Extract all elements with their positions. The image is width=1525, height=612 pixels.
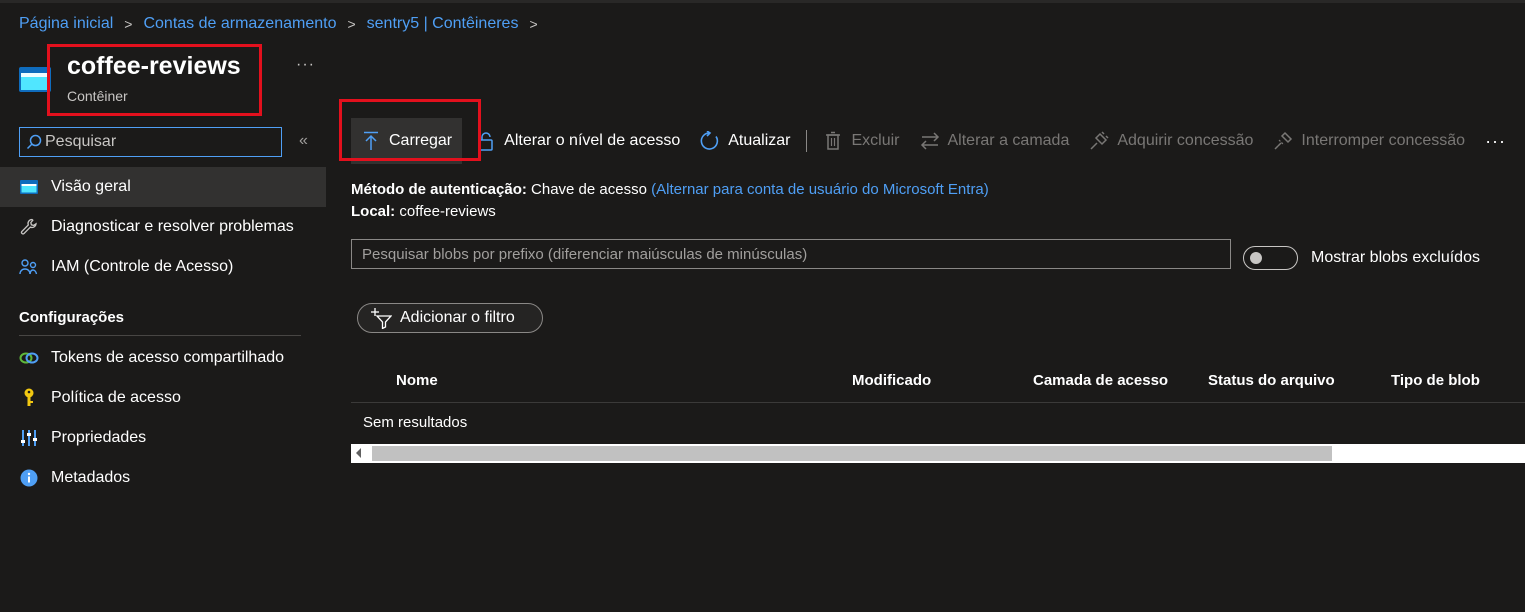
people-icon bbox=[19, 257, 39, 277]
add-filter-label: Adicionar o filtro bbox=[400, 309, 515, 326]
horizontal-scrollbar[interactable] bbox=[351, 444, 1525, 463]
location-label: Local: bbox=[351, 203, 396, 220]
toggle-knob bbox=[1250, 252, 1262, 264]
breadcrumb-separator: > bbox=[347, 16, 356, 32]
sidebar-item-access-policy[interactable]: Política de acesso bbox=[0, 378, 326, 418]
sidebar-item-sas-tokens[interactable]: Tokens de acesso compartilhado bbox=[0, 338, 326, 378]
top-border bbox=[0, 0, 1525, 3]
section-divider bbox=[19, 335, 301, 336]
blob-search-box[interactable] bbox=[351, 239, 1231, 269]
breadcrumb-separator: > bbox=[124, 16, 133, 32]
sidebar-item-label: Diagnosticar e resolver problemas bbox=[51, 218, 294, 235]
highlight-box-upload bbox=[339, 99, 481, 161]
location-line: Local: coffee-reviews bbox=[351, 203, 496, 220]
empty-state-text: Sem resultados bbox=[363, 414, 468, 431]
highlight-box-title bbox=[47, 44, 262, 116]
info-icon bbox=[19, 468, 39, 488]
toolbar-divider bbox=[806, 130, 808, 152]
scroll-left-arrow-icon[interactable] bbox=[356, 448, 361, 458]
breadcrumb-containers[interactable]: sentry5 | Contêineres bbox=[367, 15, 519, 33]
key-icon bbox=[19, 388, 39, 408]
blob-search-input[interactable] bbox=[352, 240, 1230, 268]
sidebar-item-label: Política de acesso bbox=[51, 389, 181, 406]
break-lease-label: Interromper concessão bbox=[1301, 132, 1466, 149]
breadcrumb-separator: > bbox=[529, 16, 538, 32]
break-lease-button[interactable]: Interromper concessão bbox=[1261, 118, 1473, 164]
more-icon: ··· bbox=[1485, 130, 1507, 151]
plug-icon bbox=[1089, 131, 1109, 151]
section-title-settings: Configurações bbox=[19, 309, 125, 326]
column-header-access-tier[interactable]: Camada de acesso bbox=[1033, 372, 1168, 389]
acquire-lease-label: Adquirir concessão bbox=[1117, 132, 1254, 149]
auth-method-value: Chave de acesso bbox=[531, 181, 647, 198]
sidebar-item-metadata[interactable]: Metadados bbox=[0, 458, 326, 498]
swap-arrows-icon bbox=[920, 131, 940, 151]
column-header-modified[interactable]: Modificado bbox=[852, 372, 931, 389]
show-deleted-label: Mostrar blobs excluídos bbox=[1311, 249, 1480, 266]
auth-method-line: Método de autenticação: Chave de acesso … bbox=[351, 181, 989, 198]
sidebar-item-label: IAM (Controle de Acesso) bbox=[51, 258, 234, 275]
sliders-icon bbox=[19, 428, 39, 448]
sidebar-search[interactable] bbox=[19, 127, 282, 157]
command-bar: Carregar Alterar o nível de acesso Atual… bbox=[351, 118, 1514, 164]
sidebar-item-properties[interactable]: Propriedades bbox=[0, 418, 326, 458]
container-icon bbox=[19, 177, 39, 197]
sidebar-item-label: Tokens de acesso compartilhado bbox=[51, 349, 285, 366]
column-header-archive-status[interactable]: Status do arquivo bbox=[1208, 372, 1335, 389]
sidebar-item-label: Visão geral bbox=[51, 178, 131, 195]
more-options-button[interactable]: ··· bbox=[296, 56, 315, 74]
toolbar-more-button[interactable]: ··· bbox=[1473, 118, 1514, 164]
change-tier-label: Alterar a camada bbox=[947, 132, 1070, 149]
unplug-icon bbox=[1273, 131, 1293, 151]
wrench-icon bbox=[19, 217, 39, 237]
acquire-lease-button[interactable]: Adquirir concessão bbox=[1077, 118, 1261, 164]
sidebar-search-input[interactable] bbox=[45, 133, 265, 151]
scrollbar-thumb[interactable] bbox=[372, 446, 1332, 461]
search-icon bbox=[26, 134, 42, 150]
show-deleted-toggle[interactable] bbox=[1243, 246, 1298, 270]
location-value: coffee-reviews bbox=[399, 203, 496, 220]
column-header-blob-type[interactable]: Tipo de blob bbox=[1391, 372, 1480, 389]
switch-auth-link[interactable]: (Alternar para conta de usuário do Micro… bbox=[651, 181, 989, 198]
change-access-level-label: Alterar o nível de acesso bbox=[504, 132, 681, 149]
table-header-divider bbox=[351, 402, 1525, 403]
breadcrumb-home[interactable]: Página inicial bbox=[19, 15, 113, 33]
breadcrumb: Página inicial > Contas de armazenamento… bbox=[19, 15, 549, 33]
refresh-icon bbox=[700, 131, 720, 151]
sidebar-item-iam[interactable]: IAM (Controle de Acesso) bbox=[0, 247, 326, 287]
sidebar-item-label: Metadados bbox=[51, 469, 131, 486]
add-filter-button[interactable]: Adicionar o filtro bbox=[357, 303, 543, 333]
column-header-name[interactable]: Nome bbox=[396, 372, 438, 389]
sidebar-item-label: Propriedades bbox=[51, 429, 147, 446]
link-icon bbox=[19, 348, 39, 368]
collapse-sidebar-button[interactable]: « bbox=[299, 132, 308, 150]
breadcrumb-storage-accounts[interactable]: Contas de armazenamento bbox=[143, 15, 336, 33]
sidebar-item-overview[interactable]: Visão geral bbox=[0, 167, 326, 207]
filter-add-icon bbox=[371, 308, 392, 329]
auth-method-label: Método de autenticação: bbox=[351, 181, 527, 198]
change-access-level-button[interactable]: Alterar o nível de acesso bbox=[462, 118, 688, 164]
change-tier-button[interactable]: Alterar a camada bbox=[908, 118, 1078, 164]
trash-icon bbox=[823, 131, 843, 151]
delete-label: Excluir bbox=[851, 132, 900, 149]
sidebar-item-diagnose[interactable]: Diagnosticar e resolver problemas bbox=[0, 207, 326, 247]
refresh-button[interactable]: Atualizar bbox=[688, 118, 798, 164]
refresh-label: Atualizar bbox=[728, 132, 791, 149]
delete-button[interactable]: Excluir bbox=[815, 118, 907, 164]
